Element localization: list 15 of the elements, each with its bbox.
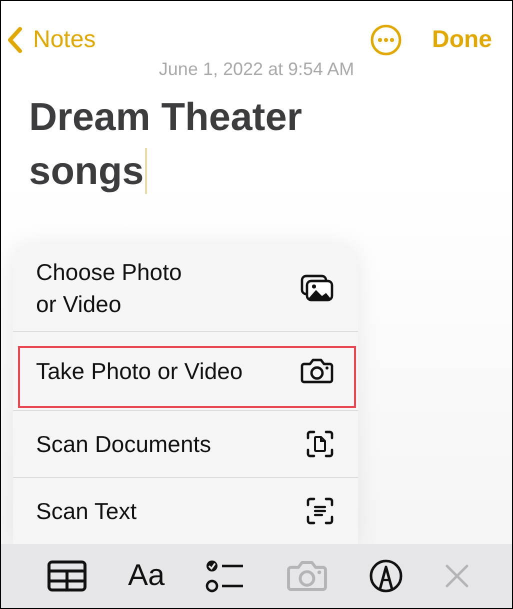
- menu-item[interactable]: Scan Documents: [13, 411, 358, 478]
- photos-icon: [300, 274, 334, 302]
- note-title: Dream Theater songs: [29, 91, 389, 199]
- chevron-left-icon: [7, 27, 23, 53]
- text-scan-icon: [306, 497, 334, 525]
- camera-icon: [300, 358, 334, 384]
- menu-item[interactable]: Scan Text: [13, 478, 358, 544]
- menu-item[interactable]: Choose Photo or Video: [13, 245, 358, 332]
- document-scan-icon: [306, 430, 334, 458]
- markup-icon[interactable]: [368, 559, 403, 593]
- table-icon[interactable]: [47, 560, 88, 592]
- menu-item[interactable]: Take Photo or Video: [13, 332, 358, 411]
- note-date: June 1, 2022 at 9:54 AM: [158, 59, 356, 81]
- checklist-icon[interactable]: [205, 559, 246, 593]
- text-format-button[interactable]: Aa: [128, 559, 165, 593]
